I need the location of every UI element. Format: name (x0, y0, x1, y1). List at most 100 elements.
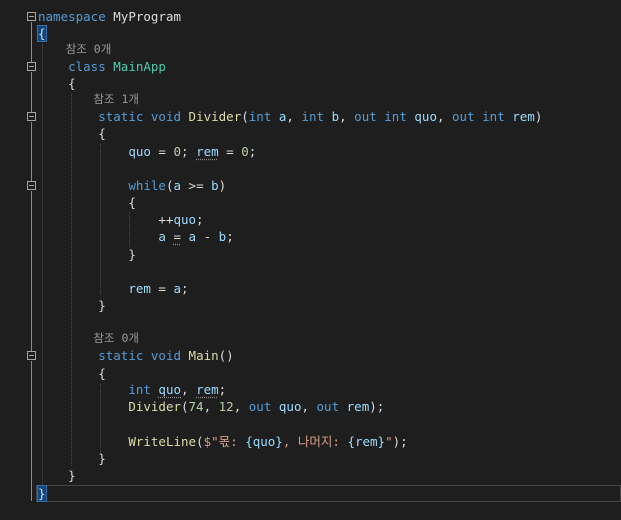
code-line[interactable]: { (38, 365, 106, 382)
fold-region-line (31, 191, 32, 351)
string-literal: $" (203, 434, 219, 449)
fold-region-line (31, 122, 32, 181)
variable: a (173, 178, 182, 193)
param: a (278, 109, 287, 124)
interpolation: {quo} (245, 434, 283, 449)
class-name: MainApp (113, 59, 166, 74)
code-line[interactable]: WriteLine($"몫: {quo}, 나머지: {rem}"); (38, 433, 407, 450)
code-line[interactable]: int quo, rem; (38, 381, 226, 398)
code-line[interactable]: class MainApp (38, 58, 166, 75)
variable: quo (128, 144, 151, 159)
fold-collapse-main-icon[interactable] (27, 351, 36, 360)
keyword: int (384, 109, 407, 124)
code-line[interactable]: rem = a; (38, 280, 188, 297)
interpolation: {rem} (347, 434, 386, 449)
brace: { (98, 366, 106, 381)
number: 74 (188, 399, 204, 414)
codelens-references[interactable]: 참조 0개 (38, 41, 112, 58)
code-editor[interactable]: namespace MyProgram { 참조 0개 class MainAp… (0, 0, 621, 520)
namespace-name: MyProgram (113, 9, 181, 24)
number: 0 (173, 144, 181, 159)
string-literal: , 나머지: (282, 434, 348, 449)
variable: quo (173, 212, 197, 227)
brace: { (68, 76, 76, 91)
brace-highlighted: } (37, 485, 47, 502)
variable: b (218, 229, 227, 244)
brace-highlighted: { (37, 25, 47, 42)
keyword: int (128, 382, 151, 397)
fold-collapse-namespace-icon[interactable] (27, 12, 36, 21)
code-line[interactable]: static void Main() (38, 347, 234, 364)
keyword: class (68, 59, 106, 74)
variable: b (211, 178, 219, 193)
number: 0 (241, 144, 249, 159)
keyword: while (128, 178, 166, 193)
variable: quo (278, 399, 302, 414)
keyword: void (150, 348, 182, 363)
code-line[interactable]: a = a - b; (38, 228, 233, 245)
keyword: out (354, 109, 377, 124)
method-name: Main (188, 348, 219, 363)
brace: } (128, 247, 136, 262)
code-line[interactable]: namespace MyProgram (38, 8, 181, 25)
variable: a (173, 281, 181, 296)
variable: quo (158, 382, 181, 397)
string-literal: " (385, 434, 393, 449)
keyword: out (452, 109, 475, 124)
method-name: Divider (188, 109, 242, 124)
param: quo (414, 109, 437, 124)
keyword: namespace (38, 9, 106, 24)
assign-operator: = (173, 229, 182, 244)
codelens-references[interactable]: 참조 0개 (38, 330, 139, 347)
codelens-references[interactable]: 참조 1개 (38, 91, 139, 108)
code-line[interactable]: static void Divider(int a, int b, out in… (38, 108, 542, 125)
code-line[interactable]: } (38, 246, 136, 263)
variable: rem (196, 382, 219, 397)
variable: rem (196, 144, 219, 159)
fold-region-line (31, 22, 32, 62)
code-line[interactable]: { (37, 25, 47, 42)
fold-region-line (31, 72, 32, 112)
number: 12 (218, 399, 234, 414)
code-line[interactable]: Divider(74, 12, out quo, out rem); (38, 398, 384, 415)
code-line[interactable]: { (38, 194, 136, 211)
code-line[interactable]: { (38, 125, 106, 142)
fold-collapse-while-icon[interactable] (27, 181, 36, 190)
keyword: int (482, 109, 505, 124)
keyword: int (248, 109, 272, 124)
keyword: out (316, 399, 340, 414)
code-line[interactable]: } (38, 297, 106, 314)
keyword: int (301, 109, 325, 124)
brace: } (98, 298, 106, 313)
reference-count[interactable]: 참조 1개 (93, 92, 139, 106)
brace: { (98, 126, 106, 141)
code-line[interactable]: { (38, 75, 76, 92)
fold-region-line (31, 361, 32, 501)
param: b (331, 109, 340, 124)
variable: a (158, 229, 166, 244)
method-name: WriteLine (128, 434, 197, 449)
keyword: static (98, 348, 144, 363)
variable: rem (346, 399, 370, 414)
fold-collapse-divider-icon[interactable] (27, 112, 36, 121)
param: rem (512, 109, 535, 124)
variable: rem (128, 281, 151, 296)
code-line[interactable]: quo = 0; rem = 0; (38, 143, 256, 160)
fold-collapse-class-icon[interactable] (27, 62, 36, 71)
brace: { (128, 195, 136, 210)
brace: } (68, 468, 76, 483)
keyword: void (150, 109, 182, 124)
code-line[interactable]: ++quo; (38, 211, 203, 228)
brace: } (98, 451, 106, 466)
code-line[interactable]: } (38, 450, 106, 467)
reference-count[interactable]: 참조 0개 (93, 331, 139, 345)
code-line[interactable]: while(a >= b) (38, 177, 226, 194)
code-line[interactable]: } (38, 467, 76, 484)
current-line-highlight (36, 485, 621, 502)
variable: a (188, 229, 197, 244)
keyword: static (98, 109, 144, 124)
reference-count[interactable]: 참조 0개 (66, 42, 112, 56)
keyword: out (248, 399, 272, 414)
method-name: Divider (128, 399, 181, 414)
code-line[interactable]: } (37, 485, 47, 502)
